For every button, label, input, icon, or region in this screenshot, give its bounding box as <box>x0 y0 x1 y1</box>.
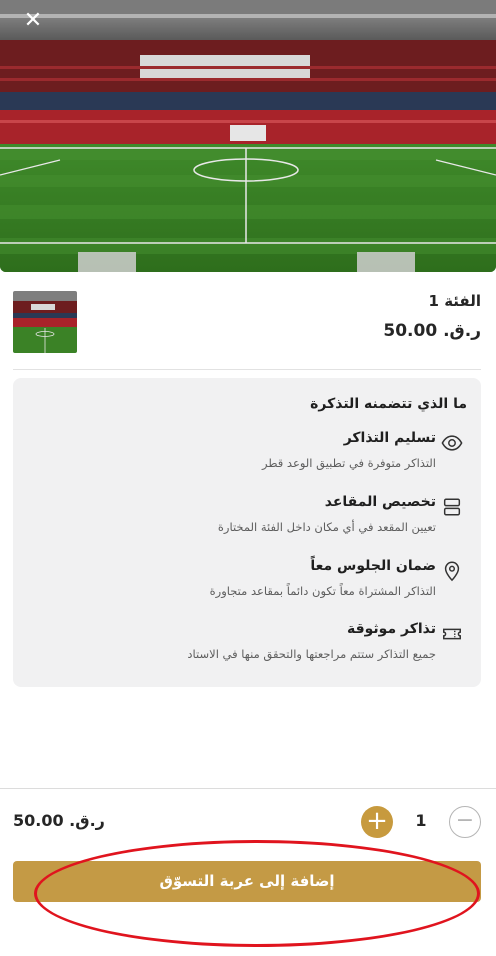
product-name: الفئة 1 <box>428 292 481 310</box>
eye-icon <box>441 432 463 454</box>
total-price: ر.ق. 50.00 <box>13 811 105 830</box>
close-button[interactable]: ✕ <box>18 6 48 36</box>
quantity-decrease-button[interactable]: − <box>449 806 481 838</box>
map-pin-icon <box>441 560 463 582</box>
feature-title: تسليم التذاكر <box>343 430 436 446</box>
divider <box>13 369 481 370</box>
feature-description: التذاكر المشتراة معاً تكون دائماً بمقاعد… <box>209 584 436 598</box>
product-price: ر.ق. 50.00 <box>383 321 481 341</box>
card-title: ما الذي تتضمنه التذكرة <box>310 396 467 412</box>
feature-description: جميع التذاكر ستتم مراجعتها والتحقق منها … <box>187 647 436 661</box>
seat-rows-icon <box>441 496 463 518</box>
footer-divider <box>0 788 496 789</box>
product-thumbnail <box>13 291 77 353</box>
feature-description: تعيين المقعد في أي مكان داخل الفئة المخت… <box>217 520 436 534</box>
stadium-hero-image: ✕ <box>0 0 496 272</box>
feature-title: تخصيص المقاعد <box>324 494 436 510</box>
quantity-value: 1 <box>415 811 427 830</box>
feature-title: تذاكر موثوقة <box>346 621 436 637</box>
stadium-thumbnail-image <box>13 291 77 353</box>
feature-ticket-delivery: تسليم التذاكر التذاكر متوفرة في تطبيق ال… <box>13 430 481 486</box>
ticket-includes-card: ما الذي تتضمنه التذكرة تسليم التذاكر الت… <box>13 378 481 687</box>
feature-title: ضمان الجلوس معاً <box>310 558 436 574</box>
add-to-cart-button[interactable]: إضافة إلى عربة التسوّق <box>13 861 481 902</box>
feature-seated-together: ضمان الجلوس معاً التذاكر المشتراة معاً ت… <box>13 558 481 614</box>
feature-seat-allocation: تخصيص المقاعد تعيين المقعد في أي مكان دا… <box>13 494 481 550</box>
quantity-increase-button[interactable]: + <box>361 806 393 838</box>
feature-verified-tickets: تذاكر موثوقة جميع التذاكر ستتم مراجعتها … <box>13 621 481 677</box>
feature-description: التذاكر متوفرة في تطبيق الوعد قطر <box>262 456 436 470</box>
ticket-icon <box>441 623 463 645</box>
stadium-illustration <box>0 0 496 272</box>
